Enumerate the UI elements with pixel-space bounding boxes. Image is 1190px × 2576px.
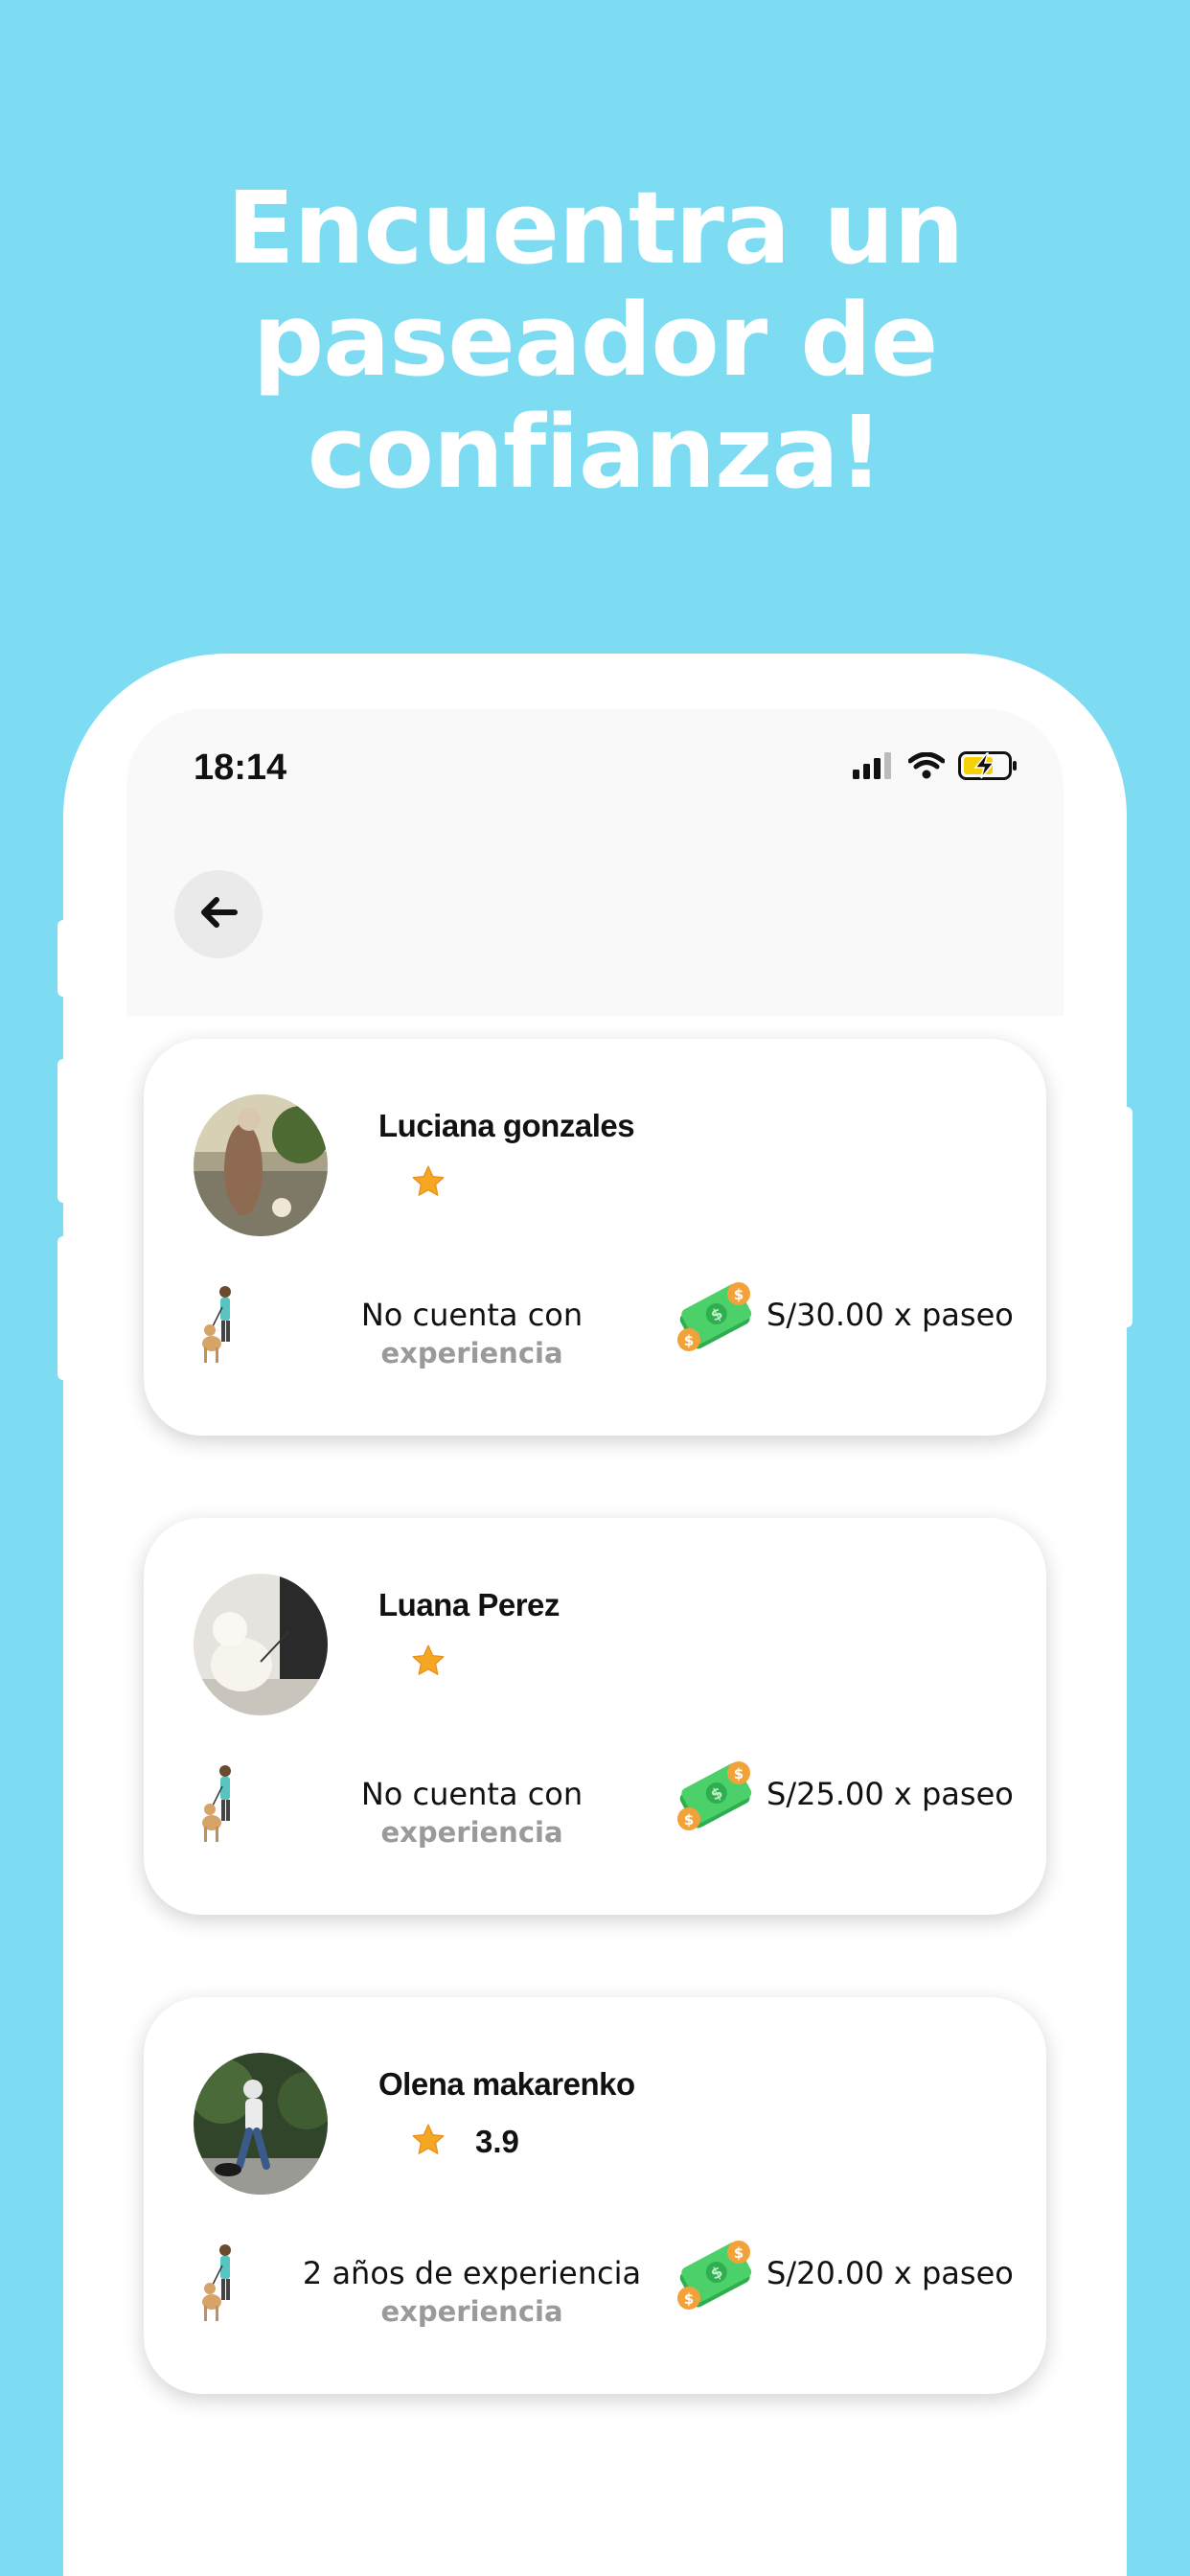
svg-text:$: $ bbox=[684, 1332, 694, 1349]
avatar bbox=[194, 1094, 328, 1236]
star-icon bbox=[410, 1643, 446, 1683]
avatar bbox=[194, 2053, 328, 2195]
walker-name: Luana Perez bbox=[378, 1587, 560, 1622]
walker-card[interactable]: Olena makarenko 3.9 2 años de experienci… bbox=[144, 1997, 1046, 2394]
back-button[interactable] bbox=[174, 870, 263, 958]
experience-text: No cuenta con bbox=[360, 1297, 584, 1333]
experience-label: experiencia bbox=[380, 1816, 563, 1849]
rating-row bbox=[410, 1163, 475, 1204]
experience-info: 2 años de experiencia experiencia bbox=[287, 2254, 656, 2331]
walk-price: S/30.00 x paseo bbox=[767, 1297, 1014, 1333]
phone-side-button-silent bbox=[57, 920, 69, 997]
walk-price: S/20.00 x paseo bbox=[767, 2255, 1014, 2291]
phone-screen: 18:14 Luciana gonzales No cuenta con exp… bbox=[126, 709, 1064, 2576]
headline-line-2: paseador de bbox=[252, 282, 939, 399]
phone-side-button-volume-down bbox=[57, 1236, 69, 1380]
avatar bbox=[194, 1574, 328, 1715]
experience-label: experiencia bbox=[380, 1337, 563, 1369]
rating-row: 3.9 bbox=[410, 2122, 519, 2162]
dog-walker-icon bbox=[199, 2242, 238, 2329]
svg-text:$: $ bbox=[734, 2244, 744, 2262]
rating-row bbox=[410, 1643, 475, 1683]
wifi-icon bbox=[907, 751, 946, 783]
money-icon: $ $ $ bbox=[675, 2239, 756, 2317]
star-icon bbox=[410, 2122, 446, 2162]
phone-side-button-power bbox=[1121, 1107, 1133, 1327]
status-time: 18:14 bbox=[194, 748, 287, 788]
dog-walker-icon bbox=[199, 1763, 238, 1850]
status-icons bbox=[853, 751, 1018, 784]
signal-icon bbox=[853, 752, 895, 783]
experience-info: No cuenta con experiencia bbox=[287, 1775, 656, 1852]
walker-name: Olena makarenko bbox=[378, 2066, 635, 2102]
money-icon: $ $ $ bbox=[675, 1280, 756, 1359]
page-headline: Encuentra un paseador de confianza! bbox=[0, 172, 1190, 509]
svg-text:$: $ bbox=[734, 1765, 744, 1782]
rating-value: 3.9 bbox=[475, 2124, 519, 2159]
dog-walker-icon bbox=[199, 1284, 238, 1370]
svg-text:$: $ bbox=[684, 1811, 694, 1828]
star-icon bbox=[410, 1163, 446, 1204]
arrow-left-icon bbox=[199, 896, 238, 932]
money-icon: $ $ $ bbox=[675, 1760, 756, 1838]
experience-label: experiencia bbox=[380, 2295, 563, 2328]
walker-card[interactable]: Luana Perez No cuenta con experiencia $ … bbox=[144, 1518, 1046, 1915]
experience-info: No cuenta con experiencia bbox=[287, 1296, 656, 1372]
headline-line-1: Encuentra un bbox=[226, 170, 965, 287]
headline-line-3: confianza! bbox=[307, 394, 883, 511]
svg-text:$: $ bbox=[684, 2290, 694, 2308]
phone-side-button-volume-up bbox=[57, 1059, 69, 1203]
walker-name: Luciana gonzales bbox=[378, 1108, 635, 1143]
experience-text: No cuenta con bbox=[360, 1776, 584, 1812]
experience-text: 2 años de experiencia bbox=[302, 2255, 642, 2291]
battery-charging-icon bbox=[958, 751, 1018, 784]
walk-price: S/25.00 x paseo bbox=[767, 1776, 1014, 1812]
svg-text:$: $ bbox=[734, 1286, 744, 1303]
top-bar: 18:14 bbox=[126, 709, 1064, 1016]
walker-card[interactable]: Luciana gonzales No cuenta con experienc… bbox=[144, 1039, 1046, 1436]
